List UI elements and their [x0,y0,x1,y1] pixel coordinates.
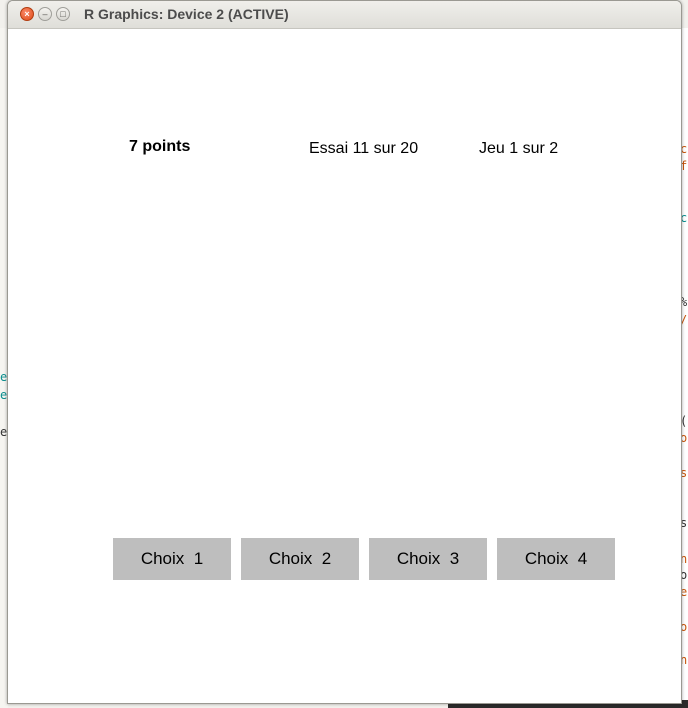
minimize-window-button[interactable]: – [38,7,52,21]
choice-2-button[interactable]: Choix 2 [241,538,359,580]
game-counter: Jeu 1 sur 2 [479,140,559,157]
window-title: R Graphics: Device 2 (ACTIVE) [84,6,289,22]
close-icon: × [24,9,30,19]
graphics-canvas: 7 points Essai 11 sur 20 Jeu 1 sur 2 Cho… [8,29,681,703]
minimize-icon: – [42,9,48,19]
choice-4-button[interactable]: Choix 4 [497,538,615,580]
choice-1-button[interactable]: Choix 1 [113,538,231,580]
maximize-window-button[interactable]: □ [56,7,70,21]
score-label: 7 points [129,138,191,155]
trial-counter: Essai 11 sur 20 [309,140,419,157]
r-graphics-window: × – □ R Graphics: Device 2 (ACTIVE) 7 po… [7,0,682,704]
maximize-icon: □ [60,9,66,19]
close-window-button[interactable]: × [20,7,34,21]
window-titlebar[interactable]: × – □ R Graphics: Device 2 (ACTIVE) [8,1,681,29]
choice-3-button[interactable]: Choix 3 [369,538,487,580]
